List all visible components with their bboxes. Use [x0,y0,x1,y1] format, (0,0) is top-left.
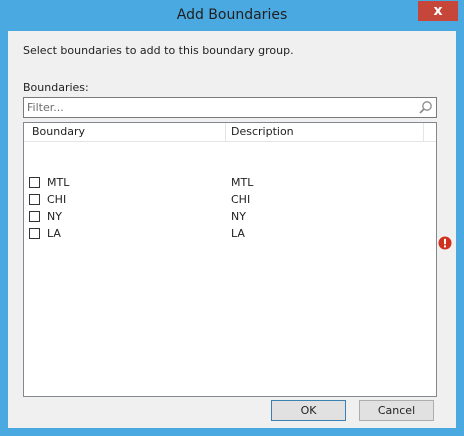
ok-button[interactable]: OK [271,400,346,421]
column-header-boundary[interactable]: Boundary [24,123,226,141]
table-row[interactable]: NY NY [24,209,436,226]
table-row[interactable]: MTL MTL [24,175,436,192]
row-checkbox[interactable] [29,211,40,222]
boundary-name: MTL [47,176,70,189]
boundary-description: NY [231,210,246,223]
boundary-name: CHI [47,193,67,206]
cancel-button[interactable]: Cancel [359,400,434,421]
dialog-body: Select boundaries to add to this boundar… [8,31,456,428]
add-boundaries-dialog: Add Boundaries x Select boundaries to ad… [0,0,464,436]
filter-input[interactable] [27,99,407,116]
boundary-description: CHI [231,193,251,206]
dialog-title: Add Boundaries [176,7,288,23]
search-icon[interactable] [418,100,433,115]
row-checkbox[interactable] [29,194,40,205]
row-checkbox[interactable] [29,177,40,188]
boundary-description: LA [231,227,245,240]
row-checkbox[interactable] [29,228,40,239]
list-header: Boundary Description [24,123,436,142]
boundaries-list[interactable]: Boundary Description MTL MTL CHI CHI NY … [23,122,437,397]
boundaries-label: Boundaries: [23,81,89,94]
filter-field[interactable] [23,97,437,118]
table-row[interactable]: CHI CHI [24,192,436,209]
table-row[interactable]: LA LA [24,226,436,243]
error-icon[interactable] [438,236,452,250]
title-bar[interactable]: Add Boundaries x [0,0,464,31]
boundary-description: MTL [231,176,254,189]
close-button[interactable]: x [418,1,458,21]
close-icon: x [433,3,443,19]
boundary-name: LA [47,227,61,240]
instruction-text: Select boundaries to add to this boundar… [23,44,294,57]
column-header-description[interactable]: Description [226,123,424,141]
boundary-name: NY [47,210,62,223]
